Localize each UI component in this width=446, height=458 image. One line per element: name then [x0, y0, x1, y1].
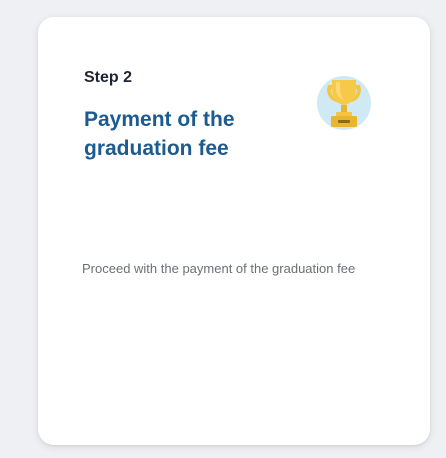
card-title: Payment of the graduation fee	[84, 108, 235, 160]
step-label: Step 2	[84, 69, 133, 86]
step-card[interactable]: Step 2 Payment of the graduation fee Pro…	[38, 17, 430, 445]
trophy-icon	[314, 73, 374, 135]
card-description: Proceed with the payment of the graduati…	[82, 261, 356, 276]
